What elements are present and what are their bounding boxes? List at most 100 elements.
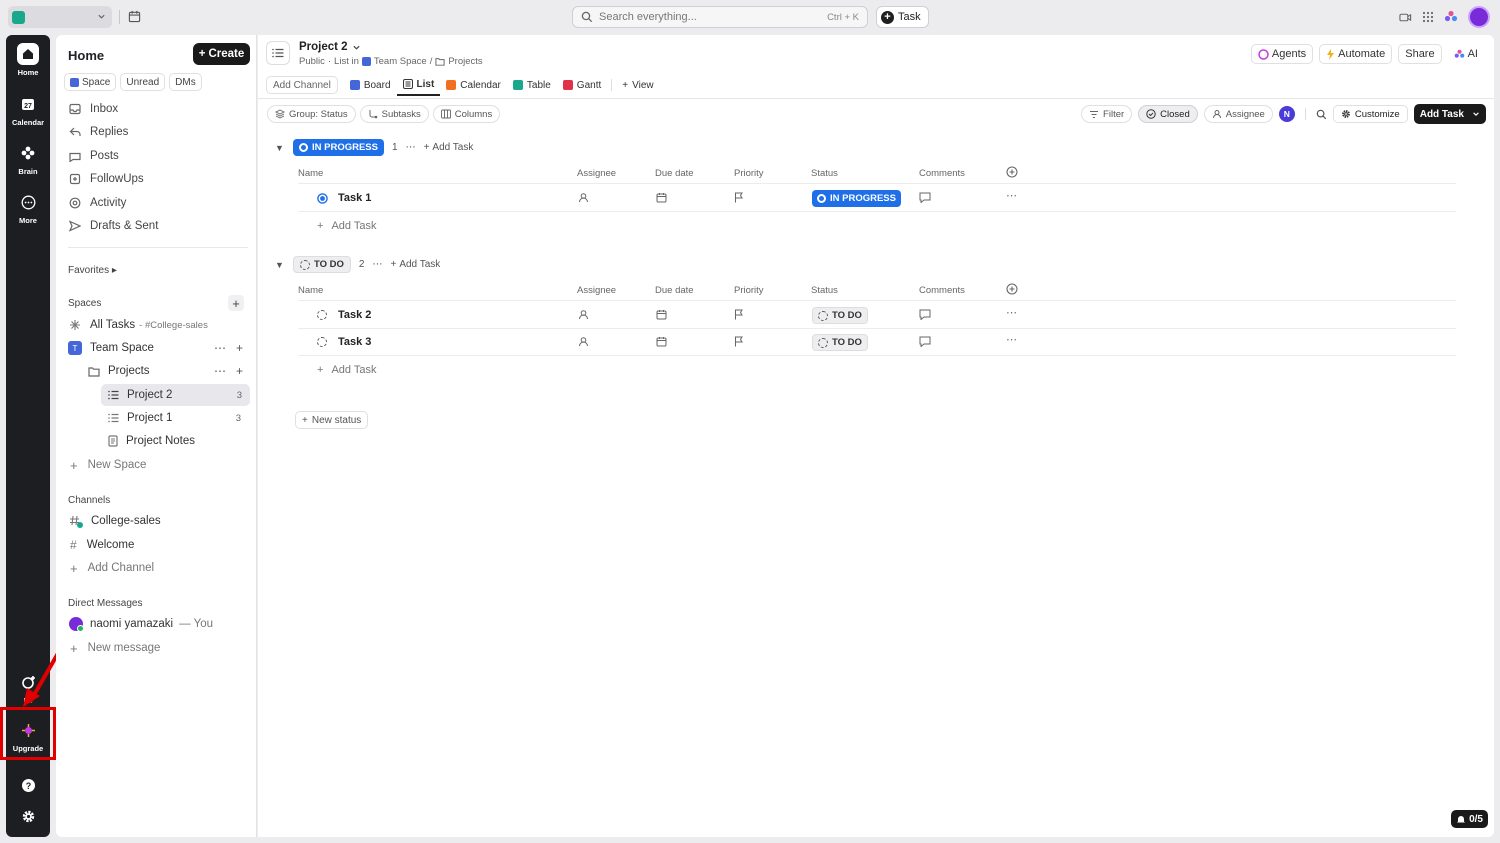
crumb-folder[interactable]: Projects [448, 56, 482, 67]
apps-grid-icon[interactable] [1422, 11, 1434, 23]
create-button[interactable]: + Create [193, 43, 250, 65]
tab-dms[interactable]: DMs [169, 73, 202, 91]
group-by-chip[interactable]: Group: Status [267, 105, 356, 123]
search-input[interactable]: Search everything... Ctrl + K [572, 6, 868, 28]
add-channel-button[interactable]: + Add Channel [56, 557, 257, 579]
add-view-button[interactable]: + View [616, 74, 659, 96]
add-task-row[interactable]: + Add Task [317, 220, 377, 232]
tab-space[interactable]: Space [64, 73, 117, 91]
priority-flag-icon[interactable] [734, 336, 744, 347]
customize-button[interactable]: Customize [1332, 105, 1408, 123]
sidebar-item-replies[interactable]: Replies [68, 126, 128, 138]
status-badge[interactable]: IN PROGRESS [812, 190, 901, 207]
add-task-button[interactable]: Add Task [1413, 104, 1486, 124]
comment-icon[interactable] [919, 336, 931, 347]
status-badge[interactable]: TO DO [293, 256, 351, 273]
task-name[interactable]: Task 1 [338, 192, 371, 204]
plus-icon[interactable]: + [236, 364, 243, 378]
more-icon[interactable]: ⋯ [214, 364, 226, 378]
status-todo-icon[interactable] [317, 310, 327, 320]
tab-board[interactable]: Board [344, 74, 397, 96]
group-add-task[interactable]: + Add Task [424, 142, 474, 153]
tab-table[interactable]: Table [507, 74, 557, 96]
more-icon[interactable]: ⋯ [372, 259, 382, 270]
add-channel-tab[interactable]: Add Channel [266, 76, 338, 94]
share-button[interactable]: Share [1398, 44, 1442, 64]
assignee-icon[interactable] [578, 336, 589, 347]
page-title[interactable]: Project 2 [299, 41, 361, 53]
task-name[interactable]: Task 3 [338, 336, 371, 348]
sidebar-item-projects-folder[interactable]: Projects ⋯ + [56, 360, 257, 382]
group-add-task[interactable]: + Add Task [390, 259, 440, 270]
sidebar-item-all-tasks[interactable]: All Tasks - #College-sales [56, 314, 257, 336]
new-status-button[interactable]: + New status [295, 411, 369, 429]
tab-unread[interactable]: Unread [120, 73, 166, 91]
rail-help[interactable]: ? [6, 774, 50, 799]
tab-list[interactable]: List [396, 74, 441, 96]
caret-down-icon[interactable]: ▼ [275, 143, 285, 153]
channel-welcome[interactable]: # Welcome [56, 534, 257, 556]
sidebar-item-posts[interactable]: Posts [68, 150, 119, 162]
due-date-icon[interactable] [656, 336, 667, 347]
channel-college-sales[interactable]: College-sales [56, 510, 257, 532]
user-avatar[interactable] [1468, 6, 1490, 28]
tab-calendar[interactable]: Calendar [440, 74, 507, 96]
caret-down-icon[interactable]: ▼ [275, 260, 285, 270]
rail-calendar[interactable]: 27 Calendar [6, 93, 50, 127]
sidebar-item-project-1[interactable]: Project 1 3 [56, 407, 257, 429]
more-icon[interactable]: ⋯ [214, 341, 226, 355]
status-badge[interactable]: IN PROGRESS [293, 139, 384, 156]
due-date-icon[interactable] [656, 192, 667, 203]
agents-button[interactable]: Agents [1250, 44, 1314, 64]
task-name[interactable]: Task 2 [338, 309, 371, 321]
new-task-button[interactable]: + Task [876, 6, 929, 28]
row-more-icon[interactable]: ⋯ [1006, 333, 1017, 346]
assignee-icon[interactable] [578, 309, 589, 320]
calendar-icon[interactable] [128, 10, 141, 23]
more-icon[interactable]: ⋯ [406, 142, 416, 153]
list-view-toggle[interactable] [266, 41, 290, 65]
add-column-icon[interactable] [1006, 166, 1018, 178]
user-n-badge[interactable]: N [1278, 106, 1295, 122]
status-badge[interactable]: TO DO [812, 307, 868, 324]
due-date-icon[interactable] [656, 309, 667, 320]
filter-button[interactable]: Filter [1081, 105, 1133, 123]
add-column-icon[interactable] [1006, 283, 1018, 295]
rail-settings[interactable] [6, 805, 50, 830]
ai-sparkle-icon[interactable] [1444, 10, 1458, 24]
sidebar-item-project-2[interactable]: Project 2 3 [101, 384, 250, 406]
closed-toggle[interactable]: Closed [1138, 105, 1198, 123]
crumb-public[interactable]: Public [299, 56, 325, 67]
status-todo-icon[interactable] [317, 337, 327, 347]
table-row[interactable]: Task 3 TO DO ⋯ [298, 329, 1456, 356]
task-counter-badge[interactable]: 0/5 [1451, 810, 1488, 828]
sidebar-item-project-notes[interactable]: Project Notes [56, 430, 257, 452]
add-task-row[interactable]: + Add Task [317, 364, 377, 376]
sidebar-item-activity[interactable]: Activity [68, 197, 126, 209]
comment-icon[interactable] [919, 309, 931, 320]
priority-flag-icon[interactable] [734, 192, 744, 203]
table-row[interactable]: Task 2 TO DO ⋯ [298, 302, 1456, 329]
row-more-icon[interactable]: ⋯ [1006, 306, 1017, 319]
status-in-progress-icon[interactable] [317, 193, 328, 204]
assignee-filter[interactable]: Assignee [1203, 105, 1273, 123]
automate-button[interactable]: Automate [1319, 44, 1393, 64]
dm-naomi[interactable]: naomi yamazaki — You [56, 613, 257, 635]
crumb-space[interactable]: Team Space [374, 56, 427, 67]
add-space-button[interactable]: + [228, 295, 244, 311]
new-message-button[interactable]: + New message [56, 637, 257, 659]
ai-button[interactable]: AI [1448, 44, 1484, 64]
sidebar-item-followups[interactable]: FollowUps [68, 173, 144, 185]
rail-more[interactable]: More [6, 191, 50, 225]
rail-home[interactable]: Home [6, 43, 50, 77]
rail-brain[interactable]: Brain [6, 142, 50, 176]
workspace-switcher[interactable] [8, 6, 112, 28]
priority-flag-icon[interactable] [734, 309, 744, 320]
new-space-button[interactable]: + New Space [56, 454, 257, 476]
assignee-icon[interactable] [578, 192, 589, 203]
rail-invite[interactable]: Im [6, 671, 50, 705]
video-icon[interactable] [1399, 12, 1412, 23]
tab-gantt[interactable]: Gantt [557, 74, 607, 96]
subtasks-chip[interactable]: Subtasks [359, 105, 429, 123]
table-row[interactable]: Task 1 IN PROGRESS ⋯ [298, 185, 1456, 212]
